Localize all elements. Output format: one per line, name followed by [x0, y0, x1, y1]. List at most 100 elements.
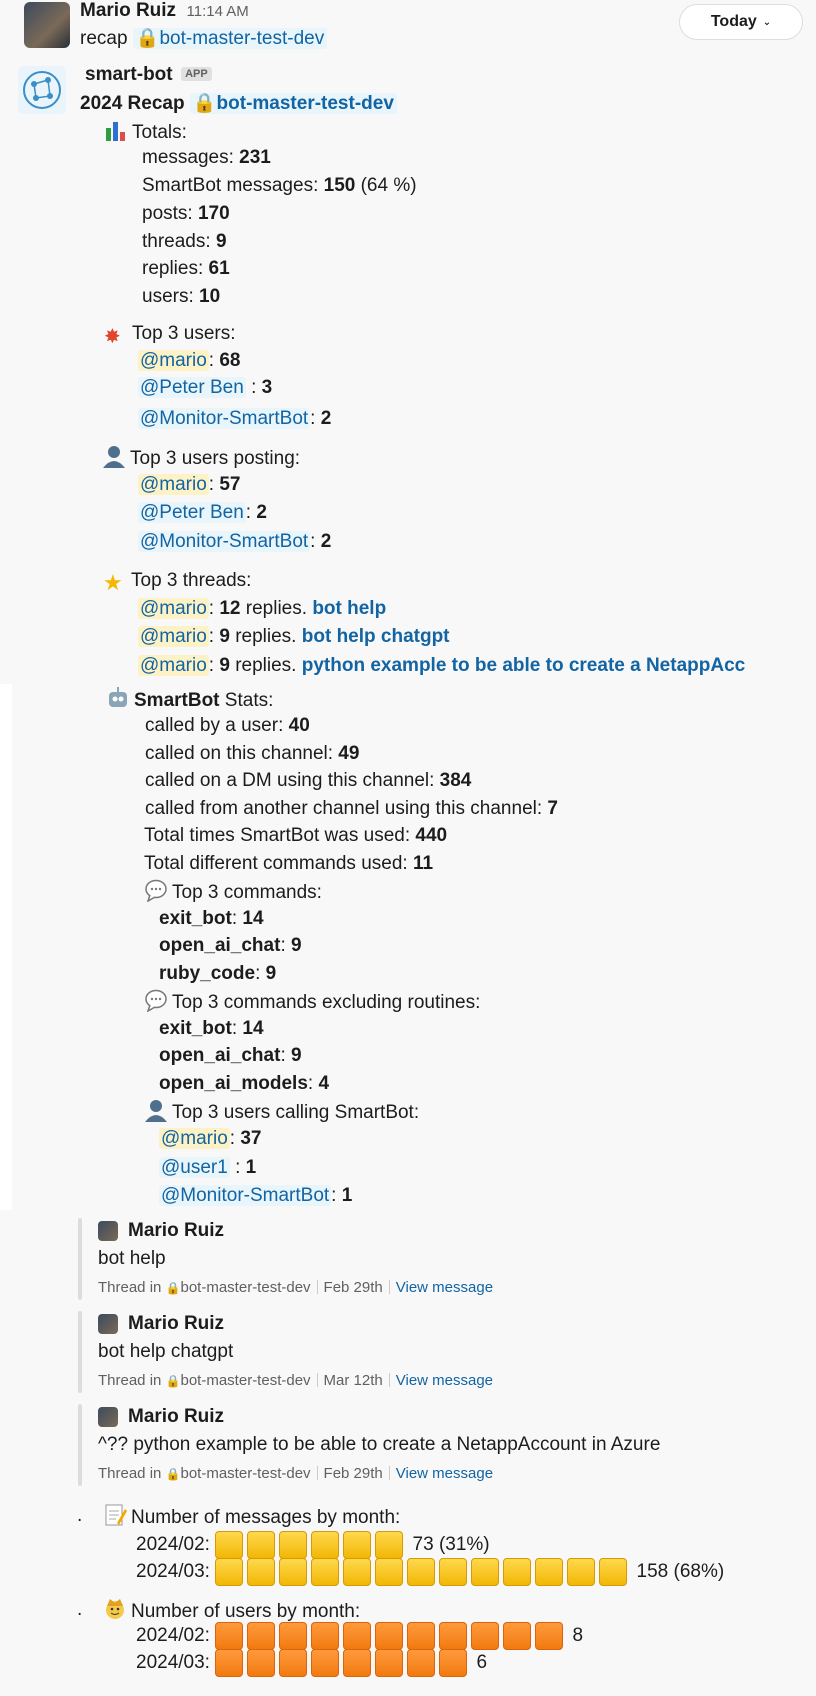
value: 231 — [239, 147, 271, 168]
recap-title-line: 2024 Recap 🔒bot-master-test-dev — [80, 91, 397, 117]
user-mention[interactable]: @Monitor-SmartBot — [159, 1185, 332, 1206]
quote-text: ^?? python example to be able to create … — [98, 1432, 660, 1458]
reply-count: 12 — [219, 598, 241, 619]
value: 37 — [240, 1128, 262, 1149]
month-bar-row: 2024/03: 6 — [136, 1648, 487, 1678]
thread-link[interactable]: bot help — [312, 598, 386, 619]
message-header: Mario Ruiz 11:14 AM — [80, 0, 249, 22]
user-mention[interactable]: @Peter Ben — [138, 502, 246, 523]
collision-icon: ✸ — [104, 326, 121, 348]
label: SmartBot messages: — [142, 175, 324, 196]
yellow-square-icon — [343, 1557, 372, 1586]
user-mention[interactable]: @mario — [138, 655, 209, 676]
white-panel-edge — [0, 684, 12, 1210]
message-body: recap 🔒bot-master-test-dev — [80, 26, 328, 52]
value: 1 — [341, 1185, 353, 1206]
yellow-square-icon — [375, 1530, 404, 1559]
view-message-link[interactable]: View message — [396, 1372, 493, 1389]
robot-icon — [109, 687, 127, 707]
top-posting-row: @Peter Ben: 2 — [138, 502, 267, 523]
date[interactable]: Feb 29th — [324, 1465, 383, 1482]
thread-link[interactable]: bot help chatgpt — [302, 626, 450, 647]
bar-value: 73 (31%) — [412, 1534, 490, 1555]
value: 150 — [323, 175, 356, 196]
value: 61 — [208, 258, 230, 279]
view-message-link[interactable]: View message — [396, 1279, 493, 1296]
bot-name[interactable]: smart-bot — [85, 64, 173, 85]
view-message-link[interactable]: View message — [396, 1465, 493, 1482]
quote-text: bot help — [98, 1246, 166, 1272]
quote-author[interactable]: Mario Ruiz — [128, 1311, 224, 1337]
lock-icon: 🔒 — [165, 1281, 181, 1295]
bot-avatar[interactable] — [18, 66, 66, 114]
user-mention[interactable]: @mario — [138, 626, 209, 647]
top-user-row: @Peter Ben : 3 — [138, 377, 273, 398]
command-name: open_ai_chat — [159, 1045, 281, 1066]
value: 2 — [320, 531, 332, 552]
month-bar-row: 2024/03: 158 (68%) — [136, 1557, 724, 1587]
replies-text: replies. — [240, 598, 313, 619]
person-silhouette-icon — [145, 1100, 167, 1122]
value: 10 — [199, 286, 221, 307]
bot-header: smart-bot APP — [85, 64, 212, 86]
label: called by a user: — [145, 715, 289, 736]
command-row: ruby_code: 9 — [159, 963, 277, 984]
user-mention[interactable]: @mario — [138, 474, 209, 495]
author-name[interactable]: Mario Ruiz — [80, 0, 176, 21]
orange-square-icon — [407, 1621, 436, 1650]
author-avatar[interactable] — [98, 1314, 118, 1334]
top-commands-heading: Top 3 commands: — [144, 878, 322, 906]
quote-footer: Thread in 🔒bot-master-test-dev Feb 29th Vi… — [98, 1465, 493, 1482]
user-avatar[interactable] — [24, 2, 70, 48]
bar-chart-icon — [106, 122, 125, 141]
top-posting-heading: Top 3 users posting: — [102, 444, 300, 472]
thread-in: Thread in — [98, 1465, 162, 1482]
reply-count: 9 — [219, 655, 230, 676]
user-mention[interactable]: @Peter Ben — [138, 377, 246, 398]
user-mention[interactable]: @mario — [159, 1128, 230, 1149]
yellow-square-icon — [247, 1557, 276, 1586]
label: posts: — [142, 203, 198, 224]
orange-square-icon — [375, 1648, 404, 1677]
heading-text: Number of users by month: — [131, 1601, 361, 1622]
label: Total different commands used: — [144, 853, 413, 874]
bar-blocks — [215, 1648, 471, 1677]
top-thread-row: @mario: 9 replies. python example to be … — [138, 655, 746, 676]
channel-link[interactable]: 🔒bot-master-test-dev — [132, 28, 328, 49]
total-users: users: 10 — [142, 284, 220, 310]
user-mention[interactable]: @Monitor-SmartBot — [138, 531, 311, 552]
quote-author[interactable]: Mario Ruiz — [128, 1218, 224, 1244]
yellow-square-icon — [279, 1557, 308, 1586]
caller-row: @Monitor-SmartBot: 1 — [159, 1185, 353, 1206]
channel-name[interactable]: bot-master-test-dev — [181, 1372, 311, 1389]
user-mention[interactable]: @user1 — [159, 1157, 230, 1178]
smartbot-stats-heading: SmartBot Stats: — [106, 686, 273, 714]
user-mention[interactable]: @Monitor-SmartBot — [138, 408, 311, 429]
lock-icon: 🔒 — [192, 93, 217, 114]
label: users: — [142, 286, 200, 307]
orange-square-icon — [247, 1648, 276, 1677]
today-label: Today — [710, 13, 757, 30]
star-icon: ★ — [103, 570, 123, 595]
value: 9 — [265, 963, 277, 984]
thread-link[interactable]: python example to be able to create a Ne… — [302, 655, 745, 676]
today-button[interactable]: Today ⌄ — [679, 4, 803, 40]
channel-link[interactable]: 🔒bot-master-test-dev — [189, 93, 397, 114]
user-mention[interactable]: @mario — [138, 598, 209, 619]
section-dot: . — [77, 1597, 82, 1623]
author-avatar[interactable] — [98, 1221, 118, 1241]
date[interactable]: Mar 12th — [324, 1372, 383, 1389]
timestamp[interactable]: 11:14 AM — [187, 3, 249, 20]
orange-square-icon — [503, 1621, 532, 1650]
date[interactable]: Feb 29th — [324, 1279, 383, 1296]
orange-square-icon — [439, 1648, 468, 1677]
channel-name[interactable]: bot-master-test-dev — [181, 1279, 311, 1296]
replies-text: replies. — [229, 655, 302, 676]
quote-author[interactable]: Mario Ruiz — [128, 1404, 224, 1430]
brain-network-icon — [23, 71, 61, 109]
top-thread-row: @mario: 12 replies. bot help — [138, 598, 387, 619]
user-mention[interactable]: @mario — [138, 350, 209, 371]
channel-name[interactable]: bot-master-test-dev — [181, 1465, 311, 1482]
label: called on this channel: — [145, 743, 339, 764]
author-avatar[interactable] — [98, 1407, 118, 1427]
